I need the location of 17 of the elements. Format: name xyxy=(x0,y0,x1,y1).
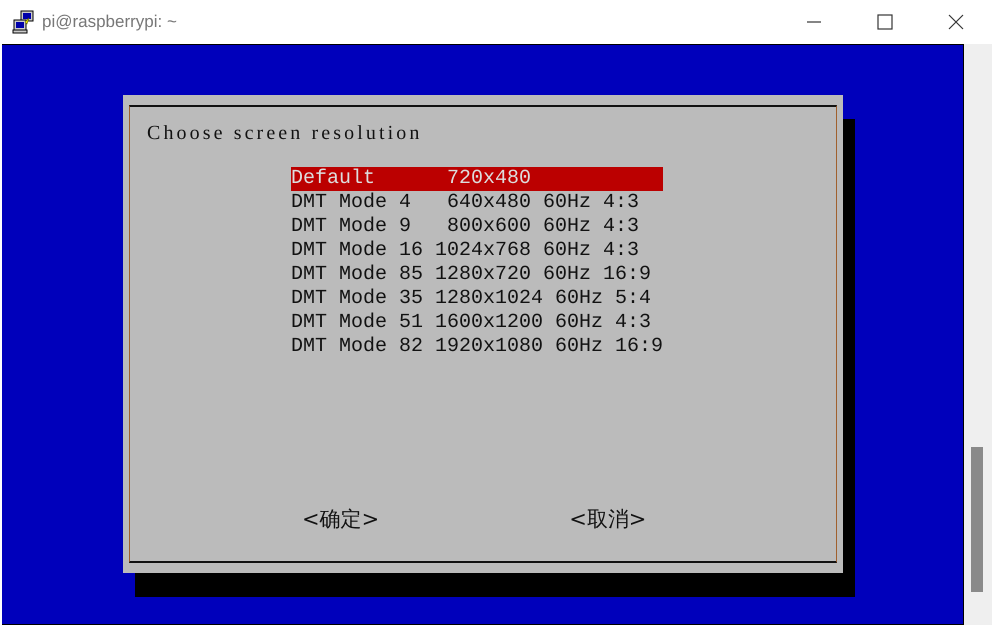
dialog-title: Choose screen resolution xyxy=(147,121,424,146)
scrollbar-thumb[interactable] xyxy=(971,447,983,592)
list-item[interactable]: DMT Mode 82 1920x1080 60Hz 16:9 xyxy=(291,335,664,359)
scrollbar[interactable] xyxy=(964,44,992,625)
list-item[interactable]: DMT Mode 51 1600x1200 60Hz 4:3 xyxy=(291,311,664,335)
list-item[interactable]: DMT Mode 85 1280x720 60Hz 16:9 xyxy=(291,263,664,287)
computer-icon xyxy=(12,10,36,34)
list-item[interactable]: DMT Mode 16 1024x768 60Hz 4:3 xyxy=(291,239,664,263)
close-icon[interactable] xyxy=(947,13,965,31)
dialog-button[interactable]: <取消> xyxy=(569,505,646,533)
list-item[interactable]: DMT Mode 35 1280x1024 60Hz 5:4 xyxy=(291,287,664,311)
list-item[interactable]: DMT Mode 9 800x600 60Hz 4:3 xyxy=(291,215,664,239)
maximize-icon[interactable] xyxy=(876,13,894,31)
list-item[interactable]: Default 720x480 xyxy=(291,167,664,191)
list-item[interactable]: DMT Mode 4 640x480 60Hz 4:3 xyxy=(291,191,664,215)
window-title: pi@raspberrypi: ~ xyxy=(42,12,177,32)
dialog-button[interactable]: <确定> xyxy=(302,505,380,533)
